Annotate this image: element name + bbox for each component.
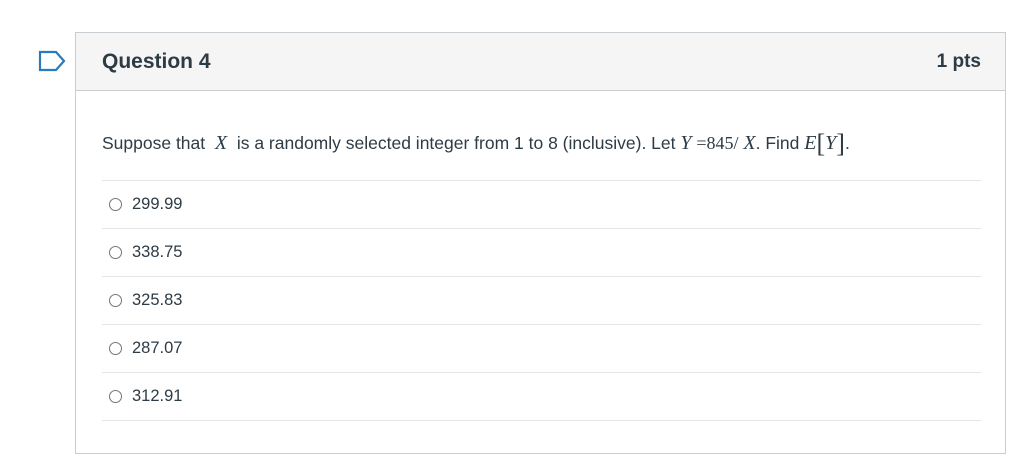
question-text-part3: . Find — [755, 133, 800, 153]
question-text-part1: Suppose that — [102, 133, 206, 153]
answer-label: 287.07 — [132, 339, 183, 357]
math-equation: =845/ — [696, 133, 739, 153]
math-expectation-e: E — [804, 132, 817, 154]
question-text: Suppose that X is a randomly selected in… — [102, 129, 981, 158]
flag-question-icon[interactable] — [37, 50, 67, 72]
question-text-period: . — [844, 133, 850, 153]
answer-option-3[interactable]: 325.83 — [102, 277, 981, 325]
math-var-x2: X — [743, 132, 756, 154]
radio-button[interactable] — [109, 390, 122, 403]
question-card: Question 4 1 pts Suppose that X is a ran… — [75, 32, 1006, 454]
answer-option-4[interactable]: 287.07 — [102, 325, 981, 373]
answer-option-1[interactable]: 299.99 — [102, 181, 981, 229]
question-points: 1 pts — [936, 50, 981, 72]
question-body: Suppose that X is a randomly selected in… — [76, 131, 1005, 421]
question-text-part2: is a randomly selected integer from 1 to… — [236, 133, 676, 153]
radio-button[interactable] — [109, 294, 122, 307]
answer-label: 338.75 — [132, 243, 183, 261]
answer-label: 312.91 — [132, 387, 183, 405]
math-var-x: X — [214, 132, 228, 154]
question-header: Question 4 1 pts — [76, 33, 1005, 91]
question-title: Question 4 — [102, 49, 211, 73]
answer-option-5[interactable]: 312.91 — [102, 373, 981, 421]
radio-button[interactable] — [109, 342, 122, 355]
math-bracket-close: ] — [836, 129, 845, 158]
answer-label: 299.99 — [132, 195, 183, 213]
answer-option-2[interactable]: 338.75 — [102, 229, 981, 277]
math-var-y2: Y — [825, 132, 837, 154]
radio-button[interactable] — [109, 198, 122, 211]
answer-label: 325.83 — [132, 291, 183, 309]
radio-button[interactable] — [109, 246, 122, 259]
math-bracket-open: [ — [816, 129, 826, 158]
answer-list: 299.99 338.75 325.83 287.07 312.91 — [102, 180, 981, 421]
math-var-y: Y — [680, 132, 692, 154]
